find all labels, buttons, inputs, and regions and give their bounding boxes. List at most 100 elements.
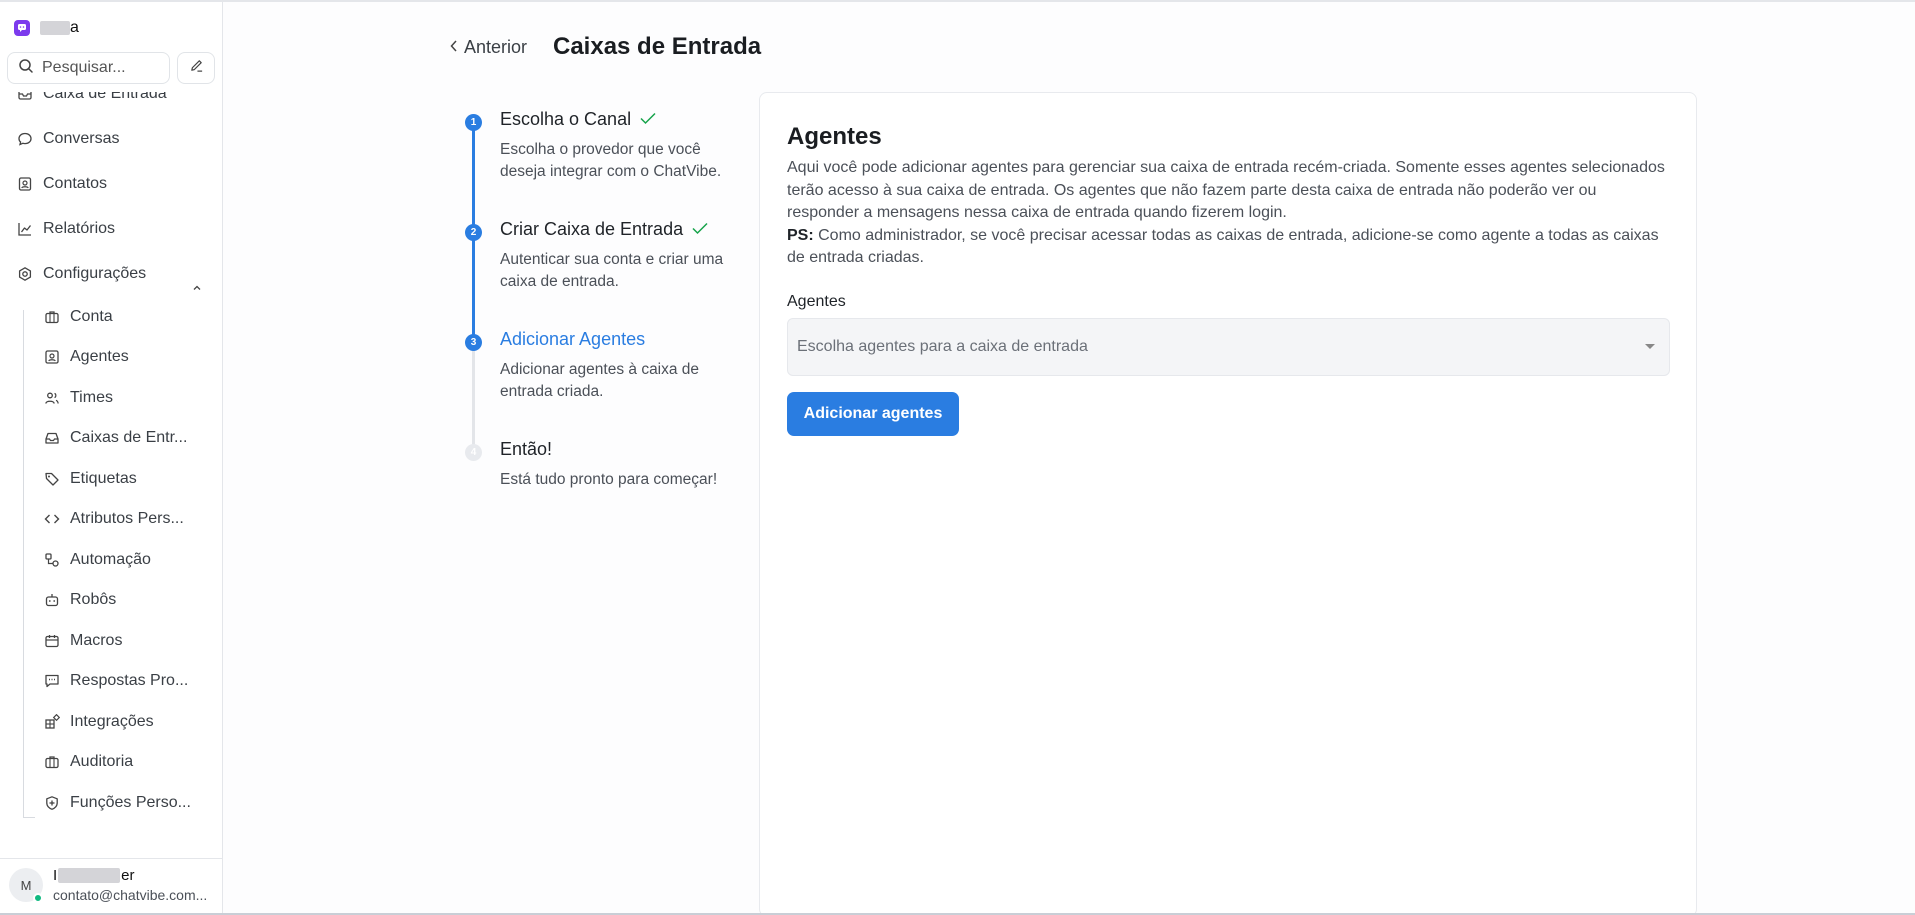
briefcase-icon: [44, 309, 60, 325]
sidebar-item-agents[interactable]: Agentes: [44, 345, 129, 369]
sidebar-item-label: Conversas: [43, 130, 120, 147]
sidebar-item-label: Auditoria: [70, 753, 134, 770]
sidebar-item-labels[interactable]: Etiquetas: [44, 467, 137, 491]
sidebar-item-custom-attributes[interactable]: Atributos Pers...: [44, 507, 184, 531]
submenu-guide-foot: [23, 817, 35, 818]
sidebar-item-label: Robôs: [70, 591, 117, 608]
sidebar-item-label: Relatórios: [43, 220, 116, 237]
step-number-4: 4: [465, 444, 482, 461]
sidebar-item-label: Caixa de Entrada: [43, 92, 167, 102]
step-title-4: Então!: [500, 439, 553, 459]
step-description-3: Adicionar agentes à caixa de entrada cri…: [500, 361, 700, 400]
chevron-up-icon[interactable]: [192, 280, 202, 298]
back-label: Anterior: [464, 37, 528, 57]
compose-button[interactable]: [177, 52, 215, 84]
redacted-text: [58, 868, 121, 883]
step-number-2: 2: [465, 224, 482, 241]
sidebar-item-settings[interactable]: Configurações: [17, 262, 146, 286]
sidebar-item-canned-responses[interactable]: Respostas Pro...: [44, 669, 188, 693]
search-box[interactable]: [7, 52, 170, 84]
profile-name: Ier: [53, 867, 135, 884]
sidebar-item-label: Integrações: [70, 713, 154, 730]
sidebar-item-conversations[interactable]: Conversas: [17, 127, 119, 151]
chevron-left-icon: [449, 37, 459, 58]
people-icon: [44, 390, 60, 406]
tag-icon: [44, 471, 60, 487]
redacted-text: [40, 21, 70, 35]
check-icon: [639, 109, 657, 130]
calendar-icon: [44, 633, 60, 649]
card-description: Aqui você pode adicionar agentes para ge…: [787, 159, 1665, 267]
canned-response-icon: [44, 673, 60, 689]
sidebar-nav: Caixa de Entrada Conversas Contatos Rela…: [0, 92, 222, 852]
sidebar-item-integrations[interactable]: Integrações: [44, 710, 154, 734]
profile-email: contato@chatvibe.com...: [53, 887, 208, 903]
step-title-3: Adicionar Agentes: [500, 329, 646, 349]
step-connector-pending: [472, 343, 475, 450]
card-title: Agentes: [787, 123, 882, 150]
sidebar-item-label: Caixas de Entr...: [70, 429, 188, 446]
sidebar-item-label: Macros: [70, 632, 123, 649]
sidebar-item-label: Atributos Pers...: [70, 510, 184, 527]
agents-field-label: Agentes: [787, 293, 846, 310]
sidebar-item-label: Conta: [70, 308, 113, 325]
robot-icon: [44, 592, 60, 608]
add-agents-button[interactable]: Adicionar agentes: [787, 392, 959, 436]
brand[interactable]: a: [14, 18, 79, 38]
step-number-3: 3: [465, 334, 482, 351]
online-status-dot: [33, 893, 43, 903]
ps-label: PS:: [787, 226, 814, 244]
wizard-steps: 1 Escolha o Canal Escolha o provedor que…: [455, 105, 745, 505]
inbox-icon: [17, 92, 33, 102]
automation-icon: [44, 552, 60, 568]
sidebar-item-label: Agentes: [70, 348, 129, 365]
sidebar-item-label: Times: [70, 389, 113, 406]
sidebar-item-bots[interactable]: Robôs: [44, 588, 116, 612]
step-description-2: Autenticar sua conta e criar uma caixa d…: [500, 251, 724, 290]
page-title: Caixas de Entrada: [553, 33, 762, 60]
sidebar-item-contacts[interactable]: Contatos: [17, 172, 107, 196]
select-placeholder: Escolha agentes para a caixa de entrada: [797, 338, 1088, 355]
inbox-tray-icon: [44, 430, 60, 446]
chart-line-icon: [17, 221, 33, 237]
shield-plus-icon: [44, 795, 60, 811]
code-icon: [44, 511, 60, 527]
ps-text: Como administrador, se você precisar ace…: [787, 226, 1659, 267]
chat-bot-logo-icon: [14, 20, 30, 36]
sidebar-item-label: Respostas Pro...: [70, 672, 189, 689]
submenu-guide-line: [23, 310, 24, 817]
sidebar-item-label: Contatos: [43, 175, 108, 192]
sidebar-item-teams[interactable]: Times: [44, 386, 113, 410]
top-border: [0, 0, 1915, 2]
puzzle-icon: [44, 714, 60, 730]
sidebar-item-inboxes[interactable]: Caixas de Entr...: [44, 426, 187, 450]
sidebar-item-macros[interactable]: Macros: [44, 629, 122, 653]
contact-card-icon: [17, 176, 33, 192]
step-description-1: Escolha o provedor que você deseja integ…: [500, 141, 722, 180]
add-agents-card: Agentes Aqui você pode adicionar agentes…: [759, 92, 1697, 915]
profile-menu[interactable]: M Ier contato@chatvibe.com...: [0, 858, 222, 915]
step-title-2: Criar Caixa de Entrada: [500, 219, 709, 240]
agents-multiselect[interactable]: Escolha agentes para a caixa de entrada: [787, 318, 1670, 376]
sidebar: a Caixa de Entrada Conversas Contatos Re…: [0, 2, 223, 913]
back-button[interactable]: Anterior: [449, 37, 527, 58]
sidebar-item-reports[interactable]: Relatórios: [17, 217, 115, 241]
check-icon: [691, 219, 709, 240]
sidebar-item-label: Funções Perso...: [70, 794, 191, 811]
sidebar-item-automation[interactable]: Automação: [44, 548, 151, 572]
search-input[interactable]: [42, 59, 162, 77]
step-title-1: Escolha o Canal: [500, 109, 657, 130]
account-name: a: [40, 19, 79, 37]
chat-bubble-icon: [17, 131, 33, 147]
sidebar-item-account[interactable]: Conta: [44, 305, 113, 329]
caret-down-icon: [1645, 344, 1655, 349]
sidebar-item-custom-roles[interactable]: Funções Perso...: [44, 791, 191, 815]
pencil-icon: [189, 58, 204, 78]
person-square-icon: [44, 349, 60, 365]
search-icon: [18, 58, 34, 79]
sidebar-item-label: Configurações: [43, 265, 147, 282]
sidebar-item-inbox[interactable]: Caixa de Entrada: [17, 92, 167, 106]
step-description-4: Está tudo pronto para começar!: [500, 471, 718, 488]
sidebar-item-audit[interactable]: Auditoria: [44, 750, 133, 774]
sidebar-item-label: Etiquetas: [70, 470, 137, 487]
